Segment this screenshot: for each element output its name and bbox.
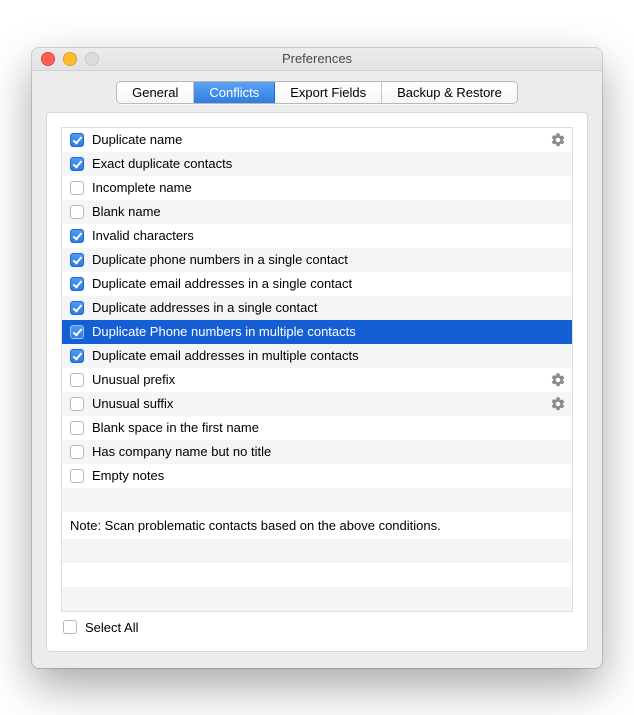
blank-row: [62, 587, 572, 611]
conflict-label: Incomplete name: [92, 180, 564, 195]
titlebar: Preferences: [32, 48, 602, 71]
list-item[interactable]: Duplicate addresses in a single contact: [62, 296, 572, 320]
conflict-checkbox[interactable]: [70, 349, 84, 363]
conflict-checkbox[interactable]: [70, 325, 84, 339]
conflict-label: Duplicate name: [92, 132, 564, 147]
conflicts-note: Note: Scan problematic contacts based on…: [62, 512, 572, 539]
list-item[interactable]: Incomplete name: [62, 176, 572, 200]
select-all-row: Select All: [61, 612, 573, 637]
list-item[interactable]: Exact duplicate contacts: [62, 152, 572, 176]
select-all-checkbox[interactable]: [63, 620, 77, 634]
list-item[interactable]: Unusual prefix: [62, 368, 572, 392]
list-item[interactable]: Blank name: [62, 200, 572, 224]
conflict-label: Duplicate email addresses in multiple co…: [92, 348, 564, 363]
conflict-label: Invalid characters: [92, 228, 564, 243]
list-item[interactable]: Duplicate phone numbers in a single cont…: [62, 248, 572, 272]
list-item[interactable]: Duplicate Phone numbers in multiple cont…: [62, 320, 572, 344]
tab-export-fields[interactable]: Export Fields: [275, 82, 382, 103]
tabs-bar: GeneralConflictsExport FieldsBackup & Re…: [32, 71, 602, 112]
conflict-label: Exact duplicate contacts: [92, 156, 564, 171]
conflict-checkbox[interactable]: [70, 205, 84, 219]
list-item[interactable]: Blank space in the first name: [62, 416, 572, 440]
content-frame: Duplicate name Exact duplicate contacts In…: [46, 112, 588, 652]
blank-row: [62, 539, 572, 563]
conflict-label: Unusual prefix: [92, 372, 564, 387]
preferences-window: Preferences GeneralConflictsExport Field…: [32, 48, 602, 668]
list-item[interactable]: Unusual suffix: [62, 392, 572, 416]
list-item[interactable]: Duplicate name: [62, 128, 572, 152]
conflict-checkbox[interactable]: [70, 469, 84, 483]
conflict-label: Has company name but no title: [92, 444, 564, 459]
conflict-checkbox[interactable]: [70, 373, 84, 387]
conflict-checkbox[interactable]: [70, 229, 84, 243]
list-item[interactable]: Duplicate email addresses in a single co…: [62, 272, 572, 296]
conflict-checkbox[interactable]: [70, 157, 84, 171]
blank-row: [62, 488, 572, 512]
conflict-checkbox[interactable]: [70, 181, 84, 195]
select-all-label: Select All: [85, 620, 138, 635]
conflict-checkbox[interactable]: [70, 421, 84, 435]
gear-icon[interactable]: [550, 396, 566, 412]
conflict-checkbox[interactable]: [70, 133, 84, 147]
tab-general[interactable]: General: [117, 82, 194, 103]
conflict-label: Duplicate email addresses in a single co…: [92, 276, 564, 291]
conflict-label: Blank name: [92, 204, 564, 219]
conflict-checkbox[interactable]: [70, 397, 84, 411]
conflict-checkbox[interactable]: [70, 301, 84, 315]
conflict-checkbox[interactable]: [70, 445, 84, 459]
tab-conflicts[interactable]: Conflicts: [194, 82, 275, 103]
list-item[interactable]: Duplicate email addresses in multiple co…: [62, 344, 572, 368]
conflicts-list: Duplicate name Exact duplicate contacts In…: [61, 127, 573, 612]
conflict-label: Duplicate Phone numbers in multiple cont…: [92, 324, 564, 339]
window-title: Preferences: [32, 51, 602, 66]
gear-icon[interactable]: [550, 372, 566, 388]
conflict-label: Duplicate addresses in a single contact: [92, 300, 564, 315]
list-item[interactable]: Invalid characters: [62, 224, 572, 248]
conflict-label: Unusual suffix: [92, 396, 564, 411]
conflict-checkbox[interactable]: [70, 277, 84, 291]
list-item[interactable]: Has company name but no title: [62, 440, 572, 464]
segmented-control: GeneralConflictsExport FieldsBackup & Re…: [116, 81, 518, 104]
gear-icon[interactable]: [550, 132, 566, 148]
conflict-label: Duplicate phone numbers in a single cont…: [92, 252, 564, 267]
conflict-label: Empty notes: [92, 468, 564, 483]
conflict-label: Blank space in the first name: [92, 420, 564, 435]
list-item[interactable]: Empty notes: [62, 464, 572, 488]
blank-row: [62, 563, 572, 587]
tab-backup-restore[interactable]: Backup & Restore: [382, 82, 517, 103]
conflict-checkbox[interactable]: [70, 253, 84, 267]
